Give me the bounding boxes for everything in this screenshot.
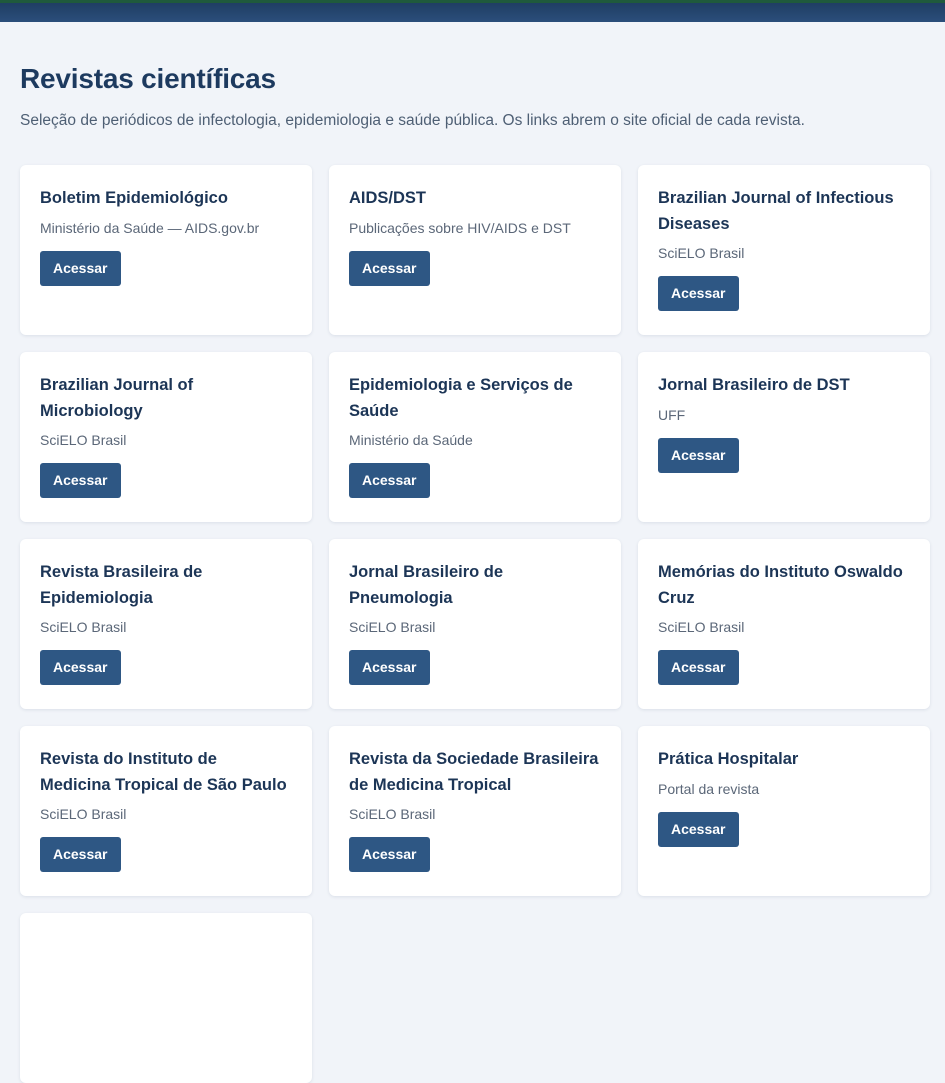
journal-source: Publicações sobre HIV/AIDS e DST [349, 219, 571, 236]
journal-title: Revista da Sociedade Brasileira de Medic… [349, 750, 599, 794]
access-button[interactable]: Acessar [658, 811, 739, 847]
journal-source: UFF [658, 406, 686, 423]
journal-source: SciELO Brasil [40, 619, 127, 635]
journal-card: Revista do Instituto de Medicina Tropica… [20, 726, 312, 896]
journal-source: SciELO Brasil [40, 806, 127, 822]
access-button[interactable]: Acessar [40, 650, 121, 685]
journal-title: Jornal Brasileiro de Pneumologia [349, 563, 504, 607]
access-button[interactable]: Acessar [658, 276, 739, 311]
journal-title: Epidemiologia e Serviços de Saúde [349, 376, 573, 420]
journal-card: AIDS/DST Publicações sobre HIV/AIDS e DS… [329, 165, 621, 335]
page-title: Revistas científicas [20, 63, 276, 94]
journal-title: Boletim Epidemiológico [40, 189, 228, 207]
journals-page: Revistas científicas Seleção de periódic… [20, 22, 932, 1083]
journal-card: Revista da Sociedade Brasileira de Medic… [329, 726, 621, 896]
journal-source: SciELO Brasil [349, 619, 436, 635]
journal-title: AIDS/DST [349, 189, 427, 207]
journal-source: Ministério da Saúde [349, 432, 473, 448]
journal-card: Memórias do Instituto Oswaldo Cruz SciEL… [638, 539, 930, 709]
access-button[interactable]: Acessar [349, 650, 430, 685]
journal-card: Brazilian Journal of Infectious Diseases… [638, 165, 930, 335]
journal-source: SciELO Brasil [658, 245, 745, 261]
journal-title: Brazilian Journal of Infectious Diseases [658, 189, 894, 233]
journal-source: SciELO Brasil [349, 806, 436, 822]
access-button[interactable]: Acessar [40, 837, 121, 872]
journal-title: Revista do Instituto de Medicina Tropica… [40, 750, 287, 794]
journal-title: Brazilian Journal of Microbiology [40, 376, 194, 420]
journal-card-partial [20, 913, 312, 1083]
journal-title: Revista Brasileira de Epidemiologia [40, 563, 203, 607]
access-button[interactable]: Acessar [40, 463, 121, 498]
journal-card: Revista Brasileira de Epidemiologia SciE… [20, 539, 312, 709]
page-subtitle: Seleção de periódicos de infectologia, e… [20, 112, 805, 129]
journal-title: Jornal Brasileiro de DST [658, 376, 850, 394]
journal-source: SciELO Brasil [40, 432, 127, 448]
journal-card: Jornal Brasileiro de Pneumologia SciELO … [329, 539, 621, 709]
journal-title: Prática Hospitalar [658, 750, 799, 768]
top-navigation-bar [0, 0, 945, 22]
journal-source: Portal da revista [658, 780, 760, 797]
access-button[interactable]: Acessar [349, 250, 430, 286]
access-button[interactable]: Acessar [40, 250, 121, 286]
access-button[interactable]: Acessar [658, 437, 739, 473]
journal-card: Jornal Brasileiro de DST UFF Acessar [638, 352, 930, 522]
journal-card: Epidemiologia e Serviços de Saúde Minist… [329, 352, 621, 522]
journal-source: SciELO Brasil [658, 619, 745, 635]
journal-card: Brazilian Journal of Microbiology SciELO… [20, 352, 312, 522]
journal-title: Memórias do Instituto Oswaldo Cruz [658, 563, 903, 607]
journal-card-grid: Boletim Epidemiológico Ministério da Saú… [20, 165, 932, 1083]
journal-source: Ministério da Saúde — AIDS.gov.br [40, 219, 260, 236]
access-button[interactable]: Acessar [349, 837, 430, 872]
journal-card: Prática Hospitalar Portal da revista Ace… [638, 726, 930, 896]
access-button[interactable]: Acessar [658, 650, 739, 685]
access-button[interactable]: Acessar [349, 463, 430, 498]
journal-card: Boletim Epidemiológico Ministério da Saú… [20, 165, 312, 335]
